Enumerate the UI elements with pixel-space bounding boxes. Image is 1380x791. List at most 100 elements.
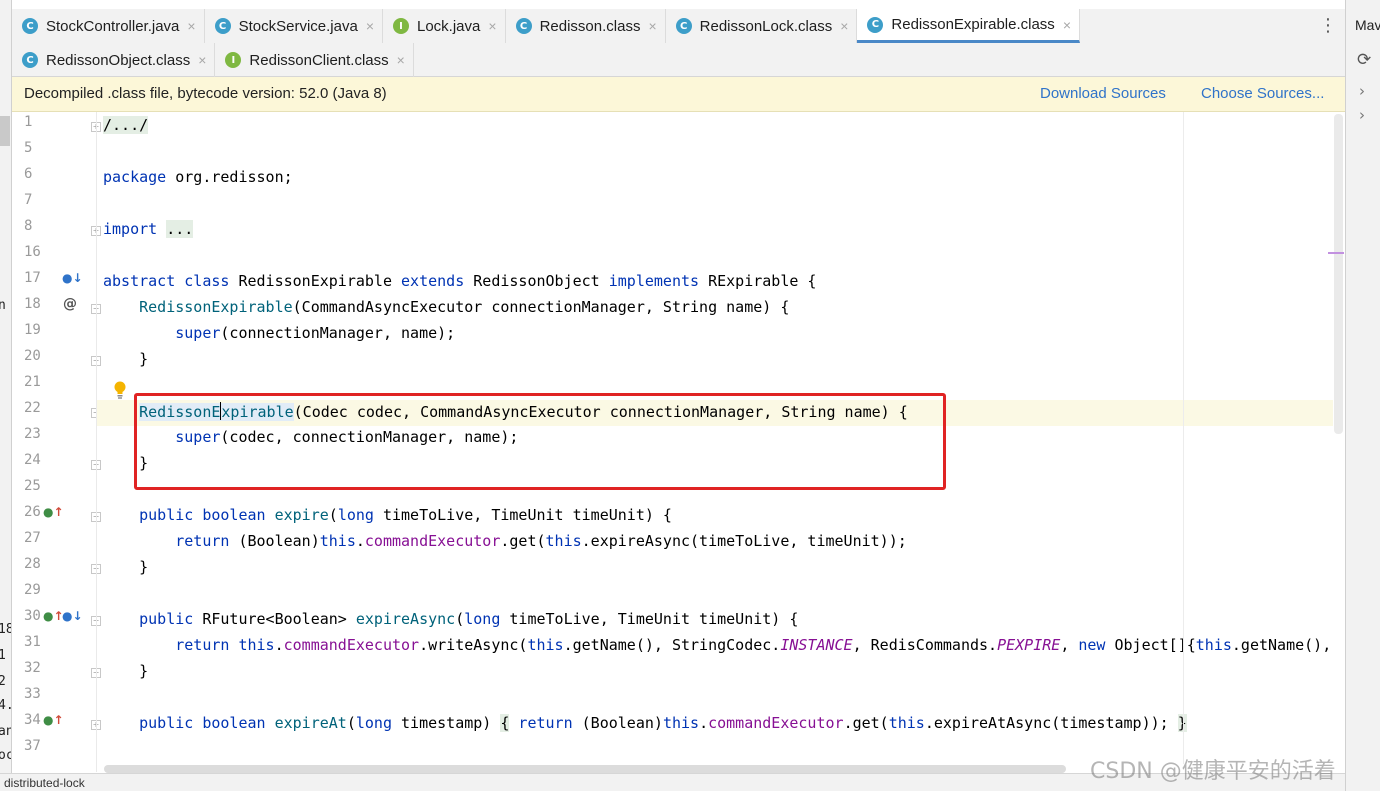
project-fragment: 2	[0, 674, 6, 689]
refresh-icon[interactable]: ⟳	[1357, 50, 1371, 70]
implements-marker-icon[interactable]: ●↓	[62, 271, 83, 285]
class-icon: C	[515, 18, 532, 34]
code-line: public boolean expire(long timeToLive, T…	[139, 506, 672, 524]
interface-icon: I	[393, 18, 409, 34]
override-up-arrow-icon[interactable]: ●↑	[43, 713, 64, 727]
project-fragment: oc	[0, 748, 11, 763]
close-icon[interactable]: ×	[366, 18, 374, 34]
code-line: return (Boolean)this.commandExecutor.get…	[175, 532, 907, 550]
class-icon: C	[675, 18, 692, 34]
line-number: 31	[24, 634, 41, 650]
tab-stockcontroller[interactable]: C StockController.java ×	[12, 9, 205, 43]
line-number: 23	[24, 426, 41, 442]
class-icon: C	[867, 16, 884, 33]
line-number: 16	[24, 244, 41, 260]
maven-panel: Mav ⟳ › ›	[1345, 0, 1380, 791]
tab-redissonobject[interactable]: C RedissonObject.class ×	[12, 43, 216, 77]
choose-sources-link[interactable]: Choose Sources...	[1201, 85, 1324, 102]
project-fragment: 18	[0, 622, 11, 637]
code-line: abstract class RedissonExpirable extends…	[103, 272, 817, 290]
class-icon: C	[214, 18, 231, 34]
line-number: 25	[24, 478, 41, 494]
scrollbar-marker	[1328, 252, 1344, 254]
line-number: 29	[24, 582, 41, 598]
project-panel-edge: n 18 1 2 4. an oc	[0, 0, 12, 791]
at-sign-icon: @	[63, 296, 77, 312]
maven-panel-title[interactable]: Mav	[1355, 17, 1380, 33]
line-number: 8	[24, 218, 33, 234]
code-line: /.../	[103, 116, 149, 134]
class-icon: C	[22, 52, 38, 68]
line-number: 19	[24, 322, 41, 338]
line-number: 27	[24, 530, 41, 546]
right-margin-guide	[1183, 112, 1184, 772]
highlight-annotation-box	[134, 393, 946, 490]
tab-label: RedissonClient.class	[249, 51, 389, 69]
tab-redissonlock[interactable]: C RedissonLock.class ×	[666, 9, 858, 43]
close-icon[interactable]: ×	[488, 18, 496, 34]
tab-redissonclient[interactable]: I RedissonClient.class ×	[215, 43, 414, 77]
code-line: RedissonExpirable(CommandAsyncExecutor c…	[139, 298, 790, 316]
tab-label: Lock.java	[417, 17, 481, 35]
interface-icon: I	[225, 52, 242, 68]
code-line: super(connectionManager, name);	[175, 324, 456, 342]
tab-label: RedissonExpirable.class	[891, 16, 1055, 33]
tab-redisson[interactable]: C Redisson.class ×	[506, 9, 666, 43]
line-number: 22	[24, 400, 41, 416]
line-number: 32	[24, 660, 41, 676]
tab-label: RedissonLock.class	[699, 17, 833, 35]
code-line: public boolean expireAt(long timestamp) …	[97, 712, 1333, 738]
status-text: distributed-lock	[4, 776, 85, 790]
close-icon[interactable]: ×	[187, 18, 195, 34]
override-up-arrow-icon[interactable]: ●↑	[43, 505, 64, 519]
close-icon[interactable]: ×	[397, 52, 405, 68]
chevron-right-icon[interactable]: ›	[1359, 106, 1365, 124]
project-fragment: n	[0, 298, 6, 313]
close-icon[interactable]: ×	[198, 52, 206, 68]
tab-label: Redisson.class	[539, 17, 641, 35]
override-up-arrow-icon[interactable]: ●↑	[43, 609, 64, 623]
editor-gutter: 1+ 5 6 7 8+ 16 17●↓ 18@− 19 20− 21 22− 2…	[12, 112, 101, 772]
code-line: }	[139, 662, 149, 680]
tab-label: RedissonObject.class	[46, 51, 191, 69]
tab-stockservice[interactable]: C StockService.java ×	[205, 9, 383, 43]
code-line: return this.commandExecutor.writeAsync(t…	[175, 636, 1332, 654]
watermark: CSDN @健康平安的活着	[1090, 759, 1336, 784]
line-number: 17	[24, 270, 41, 286]
close-icon[interactable]: ×	[648, 18, 656, 34]
line-number: 37	[24, 738, 41, 754]
code-line: import ...	[103, 220, 194, 238]
line-number: 18	[24, 296, 41, 312]
tab-redissonexpirable[interactable]: C RedissonExpirable.class ×	[857, 9, 1080, 43]
tab-row-2: C RedissonObject.class × I RedissonClien…	[12, 43, 414, 77]
editor-tab-bar: C StockController.java × C StockService.…	[12, 9, 1345, 77]
line-number: 33	[24, 686, 41, 702]
more-vertical-icon[interactable]: ⋮	[1319, 15, 1337, 36]
line-number: 20	[24, 348, 41, 364]
line-number: 1	[24, 114, 33, 130]
horizontal-scrollbar-thumb[interactable]	[104, 765, 1066, 773]
tab-label: StockController.java	[46, 17, 180, 35]
close-icon[interactable]: ×	[840, 18, 848, 34]
project-selection	[0, 116, 10, 146]
implements-marker-icon[interactable]: ●↓	[62, 609, 83, 623]
chevron-right-icon[interactable]: ›	[1359, 82, 1365, 100]
line-number: 21	[24, 374, 41, 390]
code-line: public RFuture<Boolean> expireAsync(long…	[139, 610, 799, 628]
line-number: 28	[24, 556, 41, 572]
close-icon[interactable]: ×	[1063, 17, 1071, 33]
class-icon: C	[22, 18, 38, 34]
lightbulb-icon[interactable]	[113, 381, 127, 399]
project-fragment: 4.	[0, 698, 11, 713]
download-sources-link[interactable]: Download Sources	[1040, 85, 1166, 102]
tab-label: StockService.java	[238, 17, 358, 35]
tab-row-1: C StockController.java × C StockService.…	[12, 9, 1080, 43]
line-number: 7	[24, 192, 33, 208]
tab-lock[interactable]: I Lock.java ×	[383, 9, 506, 43]
project-fragment: 1	[0, 648, 6, 663]
code-line: }	[139, 558, 149, 576]
vertical-scrollbar-thumb[interactable]	[1334, 114, 1343, 434]
code-line: }	[139, 350, 149, 368]
line-number: 5	[24, 140, 33, 156]
line-number: 24	[24, 452, 41, 468]
